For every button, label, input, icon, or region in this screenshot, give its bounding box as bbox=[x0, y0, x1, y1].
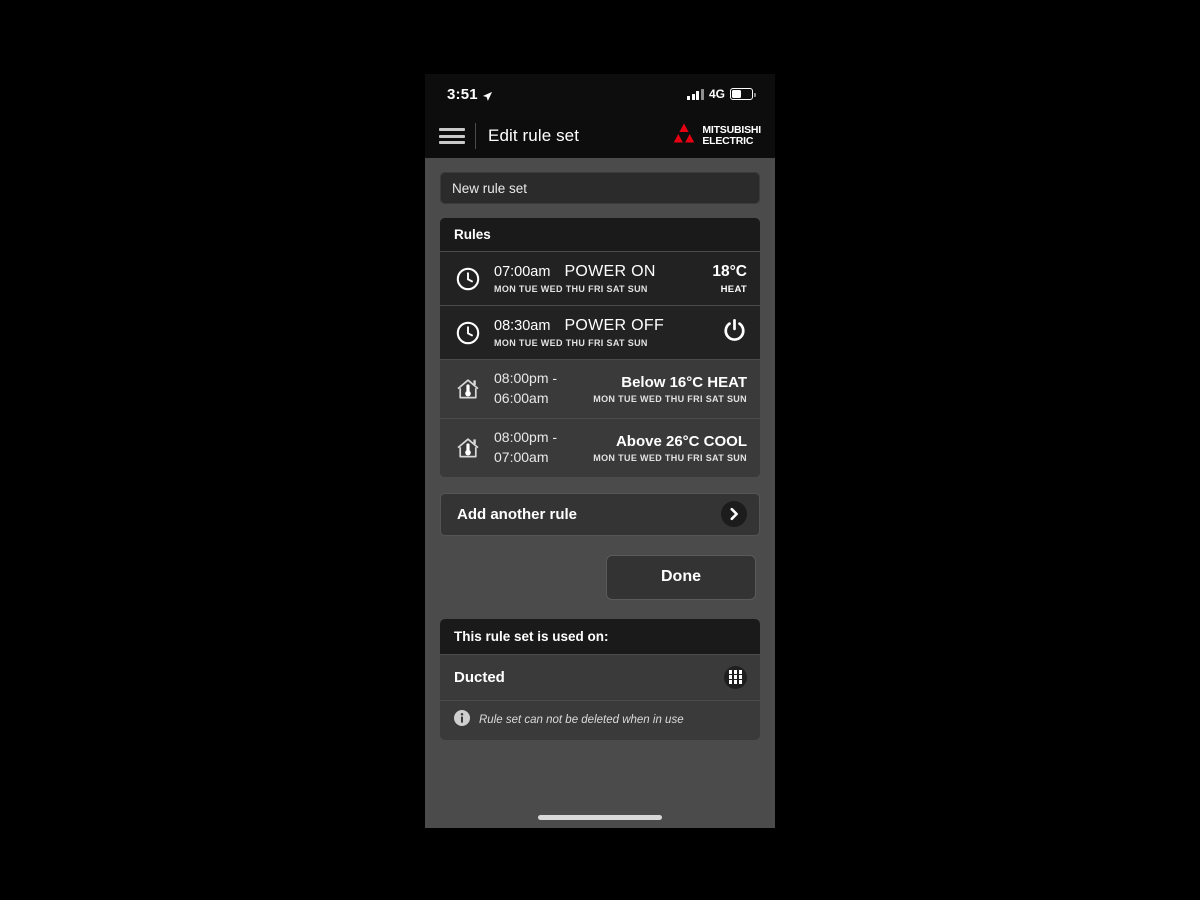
rule-action: POWER ON bbox=[564, 263, 656, 280]
usage-card-header: This rule set is used on: bbox=[440, 618, 760, 654]
battery-icon bbox=[730, 88, 756, 100]
rule-content: 07:00am POWER ON MON TUE WED THU FRI SAT… bbox=[494, 263, 747, 295]
rule-days: MON TUE WED THU FRI SAT SUN bbox=[494, 284, 648, 294]
cellular-bars-icon bbox=[687, 88, 704, 100]
rule-condition-info: Below 16°C HEAT MON TUE WED THU FRI SAT … bbox=[593, 374, 747, 404]
status-indicators: 4G bbox=[687, 87, 756, 101]
brand-line-2: ELECTRIC bbox=[702, 135, 754, 147]
brand-text: MITSUBISHI ELECTRIC bbox=[702, 125, 761, 146]
grid-icon[interactable] bbox=[724, 665, 747, 689]
rule-row[interactable]: 08:30am POWER OFF MON TUE WED THU FRI SA… bbox=[440, 305, 760, 359]
nav-bar: Edit rule set MITSUBISHI ELECTRIC bbox=[425, 114, 775, 158]
rule-set-name-input[interactable] bbox=[440, 172, 760, 204]
brand-logo: MITSUBISHI ELECTRIC bbox=[671, 123, 767, 150]
rule-days: MON TUE WED THU FRI SAT SUN bbox=[593, 393, 747, 404]
clock-icon bbox=[453, 267, 483, 291]
page-title: Edit rule set bbox=[488, 126, 580, 145]
phone-screen: 3:51 4G Edit rule set MITSUBISHI ELECTRI… bbox=[425, 74, 775, 828]
rules-card-header: Rules bbox=[440, 218, 760, 251]
rule-action: POWER OFF bbox=[564, 317, 665, 334]
usage-device-row[interactable]: Ducted bbox=[440, 653, 760, 700]
rule-time: 08:30am bbox=[494, 318, 551, 334]
rule-mode: HEAT bbox=[720, 283, 747, 295]
rule-content: 08:30am POWER OFF MON TUE WED THU FRI SA… bbox=[494, 317, 747, 348]
rule-days: MON TUE WED THU FRI SAT SUN bbox=[593, 452, 747, 463]
rule-content: 08:00pm - 06:00am Below 16°C HEAT MON TU… bbox=[494, 369, 747, 409]
info-icon bbox=[454, 709, 470, 731]
screenshot-canvas: 3:51 4G Edit rule set MITSUBISHI ELECTRI… bbox=[0, 0, 1200, 900]
location-arrow-icon bbox=[482, 89, 493, 101]
house-thermometer-icon bbox=[453, 435, 483, 461]
chevron-right-icon bbox=[721, 501, 747, 527]
status-bar: 3:51 4G bbox=[425, 74, 775, 114]
done-button[interactable]: Done bbox=[606, 554, 756, 600]
nav-divider bbox=[475, 123, 476, 149]
usage-card: This rule set is used on: Ducted Rule se… bbox=[440, 618, 760, 740]
rule-temperature: 18°C bbox=[712, 262, 747, 280]
rule-schedule-info: 07:00am POWER ON MON TUE WED THU FRI SAT… bbox=[494, 263, 656, 294]
status-time: 3:51 bbox=[447, 86, 493, 103]
rule-row[interactable]: 08:00pm - 06:00am Below 16°C HEAT MON TU… bbox=[440, 359, 760, 418]
rule-condition-info: Above 26°C COOL MON TUE WED THU FRI SAT … bbox=[593, 433, 747, 463]
rule-time-end: 07:00am bbox=[494, 448, 549, 465]
rule-row[interactable]: 08:00pm - 07:00am Above 26°C COOL MON TU… bbox=[440, 417, 760, 477]
rule-setpoint: 18°C HEAT bbox=[712, 263, 747, 295]
usage-note-row: Rule set can not be deleted when in use bbox=[440, 699, 760, 740]
power-icon bbox=[722, 318, 747, 348]
add-another-rule-label: Add another rule bbox=[457, 505, 578, 523]
home-indicator[interactable] bbox=[538, 815, 662, 820]
rule-time-range: 08:00pm - 07:00am bbox=[494, 428, 557, 468]
rule-primary-line: 08:30am POWER OFF bbox=[494, 317, 664, 335]
rule-time-start: 08:00pm - bbox=[494, 428, 558, 445]
rule-content: 08:00pm - 07:00am Above 26°C COOL MON TU… bbox=[494, 428, 747, 468]
rule-schedule-info: 08:30am POWER OFF MON TUE WED THU FRI SA… bbox=[494, 317, 664, 348]
hamburger-menu-icon[interactable] bbox=[439, 126, 465, 146]
done-button-row: Done bbox=[440, 554, 760, 600]
clock-icon bbox=[453, 321, 483, 345]
network-type-label: 4G bbox=[708, 87, 725, 101]
rule-time: 07:00am bbox=[494, 264, 551, 280]
rule-row[interactable]: 07:00am POWER ON MON TUE WED THU FRI SAT… bbox=[440, 251, 760, 305]
rule-time-start: 08:00pm - bbox=[494, 370, 558, 386]
usage-device-name: Ducted bbox=[454, 668, 505, 686]
rule-time-range: 08:00pm - 06:00am bbox=[494, 369, 557, 409]
mitsubishi-diamonds-icon bbox=[671, 123, 697, 150]
rule-time-end: 06:00am bbox=[494, 389, 549, 406]
add-another-rule-button[interactable]: Add another rule bbox=[440, 492, 760, 536]
rules-card: Rules 07:00am POWER ON MON TUE WED THU F… bbox=[440, 218, 760, 477]
rule-primary-line: 07:00am POWER ON bbox=[494, 263, 656, 281]
rule-condition: Above 26°C COOL bbox=[615, 432, 747, 450]
rule-condition: Below 16°C HEAT bbox=[621, 373, 747, 391]
rule-days: MON TUE WED THU FRI SAT SUN bbox=[494, 338, 648, 348]
status-time-label: 3:51 bbox=[447, 85, 478, 103]
house-thermometer-icon bbox=[453, 376, 483, 402]
usage-note-text: Rule set can not be deleted when in use bbox=[479, 714, 684, 726]
content-area: Rules 07:00am POWER ON bbox=[425, 158, 775, 740]
